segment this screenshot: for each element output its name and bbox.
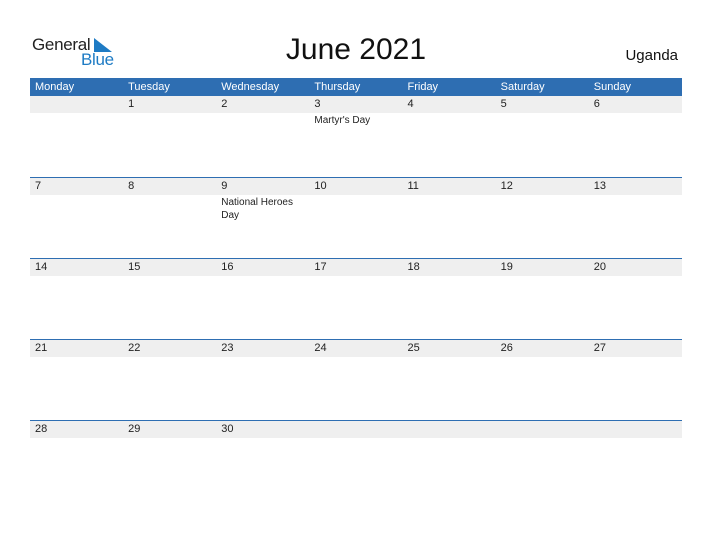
day-number: 7 xyxy=(35,180,42,192)
day-number: 10 xyxy=(314,180,327,192)
week-row: 21 22 23 24 25 26 27 xyxy=(30,339,682,420)
events-row: Martyr's Day xyxy=(30,113,682,127)
day-event xyxy=(589,195,682,222)
day-number: 8 xyxy=(128,180,135,192)
date-strip: 1 2 3 4 5 6 xyxy=(30,96,682,113)
day-number: 28 xyxy=(35,423,48,435)
day-number: 29 xyxy=(128,423,141,435)
day-number: 13 xyxy=(593,180,606,192)
day-event xyxy=(309,195,402,222)
day-number: 16 xyxy=(221,261,234,273)
day-event xyxy=(496,195,589,222)
weekday-monday: Monday xyxy=(35,81,75,93)
day-number: 27 xyxy=(593,342,606,354)
events-row xyxy=(30,438,682,439)
day-event xyxy=(123,438,216,439)
weekday-thursday: Thursday xyxy=(314,81,361,93)
day-event xyxy=(309,357,402,358)
day-event xyxy=(496,357,589,358)
day-number: 23 xyxy=(221,342,234,354)
day-number xyxy=(496,421,589,438)
day-event xyxy=(123,113,216,127)
day-number: 30 xyxy=(221,423,234,435)
day-number xyxy=(30,96,123,113)
day-event xyxy=(123,357,216,358)
day-event xyxy=(30,113,123,127)
day-number: 9 xyxy=(221,180,228,192)
calendar-title: June 2021 xyxy=(285,33,427,66)
day-number: 22 xyxy=(128,342,141,354)
day-event xyxy=(30,195,123,222)
day-number: 1 xyxy=(128,98,135,110)
calendar-grid: Monday Tuesday Wednesday Thursday Friday… xyxy=(30,78,682,501)
day-event xyxy=(403,113,496,127)
day-number: 12 xyxy=(500,180,513,192)
day-number xyxy=(403,421,496,438)
day-number: 18 xyxy=(407,261,420,273)
day-number xyxy=(309,421,402,438)
day-event xyxy=(589,276,682,277)
weekday-wednesday: Wednesday xyxy=(221,81,280,93)
day-event xyxy=(589,438,682,439)
day-event xyxy=(216,357,309,358)
day-event xyxy=(403,438,496,439)
events-row xyxy=(30,276,682,277)
date-strip: 21 22 23 24 25 26 27 xyxy=(30,340,682,357)
day-event xyxy=(123,195,216,222)
events-row xyxy=(30,357,682,358)
day-number: 20 xyxy=(593,261,606,273)
day-number: 26 xyxy=(500,342,513,354)
day-event xyxy=(309,276,402,277)
week-row: 1 2 3 4 5 6 Martyr's Day xyxy=(30,96,682,177)
day-number: 14 xyxy=(35,261,48,273)
day-number: 2 xyxy=(221,98,228,110)
date-strip: 14 15 16 17 18 19 20 xyxy=(30,259,682,276)
weekday-sunday: Sunday xyxy=(593,81,632,93)
weekday-saturday: Saturday xyxy=(500,81,545,93)
day-number: 6 xyxy=(593,98,600,110)
date-strip: 7 8 9 10 11 12 13 xyxy=(30,178,682,195)
day-number: 15 xyxy=(128,261,141,273)
day-event xyxy=(589,113,682,127)
weekday-friday: Friday xyxy=(407,81,439,93)
weekday-header: Monday Tuesday Wednesday Thursday Friday… xyxy=(30,78,682,96)
day-event xyxy=(589,357,682,358)
day-event xyxy=(496,438,589,439)
day-event xyxy=(403,357,496,358)
day-number: 25 xyxy=(407,342,420,354)
day-number: 24 xyxy=(314,342,327,354)
day-event: Martyr's Day xyxy=(314,115,371,126)
day-number: 11 xyxy=(407,180,419,192)
day-number: 17 xyxy=(314,261,327,273)
weeks-container: 1 2 3 4 5 6 Martyr's Day 7 8 9 10 11 12 13 National He… xyxy=(30,96,682,501)
day-event xyxy=(216,438,309,439)
day-number: 19 xyxy=(500,261,513,273)
day-event xyxy=(30,357,123,358)
day-number xyxy=(589,421,682,438)
day-event xyxy=(309,438,402,439)
date-strip: 28 29 30 xyxy=(30,421,682,438)
day-number: 5 xyxy=(500,98,507,110)
events-row: National Heroes Day xyxy=(30,195,682,222)
day-event xyxy=(216,113,309,127)
day-event xyxy=(216,276,309,277)
day-event xyxy=(496,113,589,127)
week-row: 28 29 30 xyxy=(30,420,682,501)
day-number: 4 xyxy=(407,98,414,110)
day-event xyxy=(30,276,123,277)
day-event: National Heroes Day xyxy=(221,197,293,221)
day-number: 21 xyxy=(35,342,48,354)
week-row: 14 15 16 17 18 19 20 xyxy=(30,258,682,339)
week-row: 7 8 9 10 11 12 13 National Heroes Day xyxy=(30,177,682,258)
day-event xyxy=(403,195,496,222)
weekday-tuesday: Tuesday xyxy=(128,81,170,93)
day-event xyxy=(123,276,216,277)
day-event xyxy=(496,276,589,277)
day-event xyxy=(30,438,123,439)
country-label: Uganda xyxy=(625,47,678,64)
day-number: 3 xyxy=(314,98,321,110)
day-event xyxy=(403,276,496,277)
